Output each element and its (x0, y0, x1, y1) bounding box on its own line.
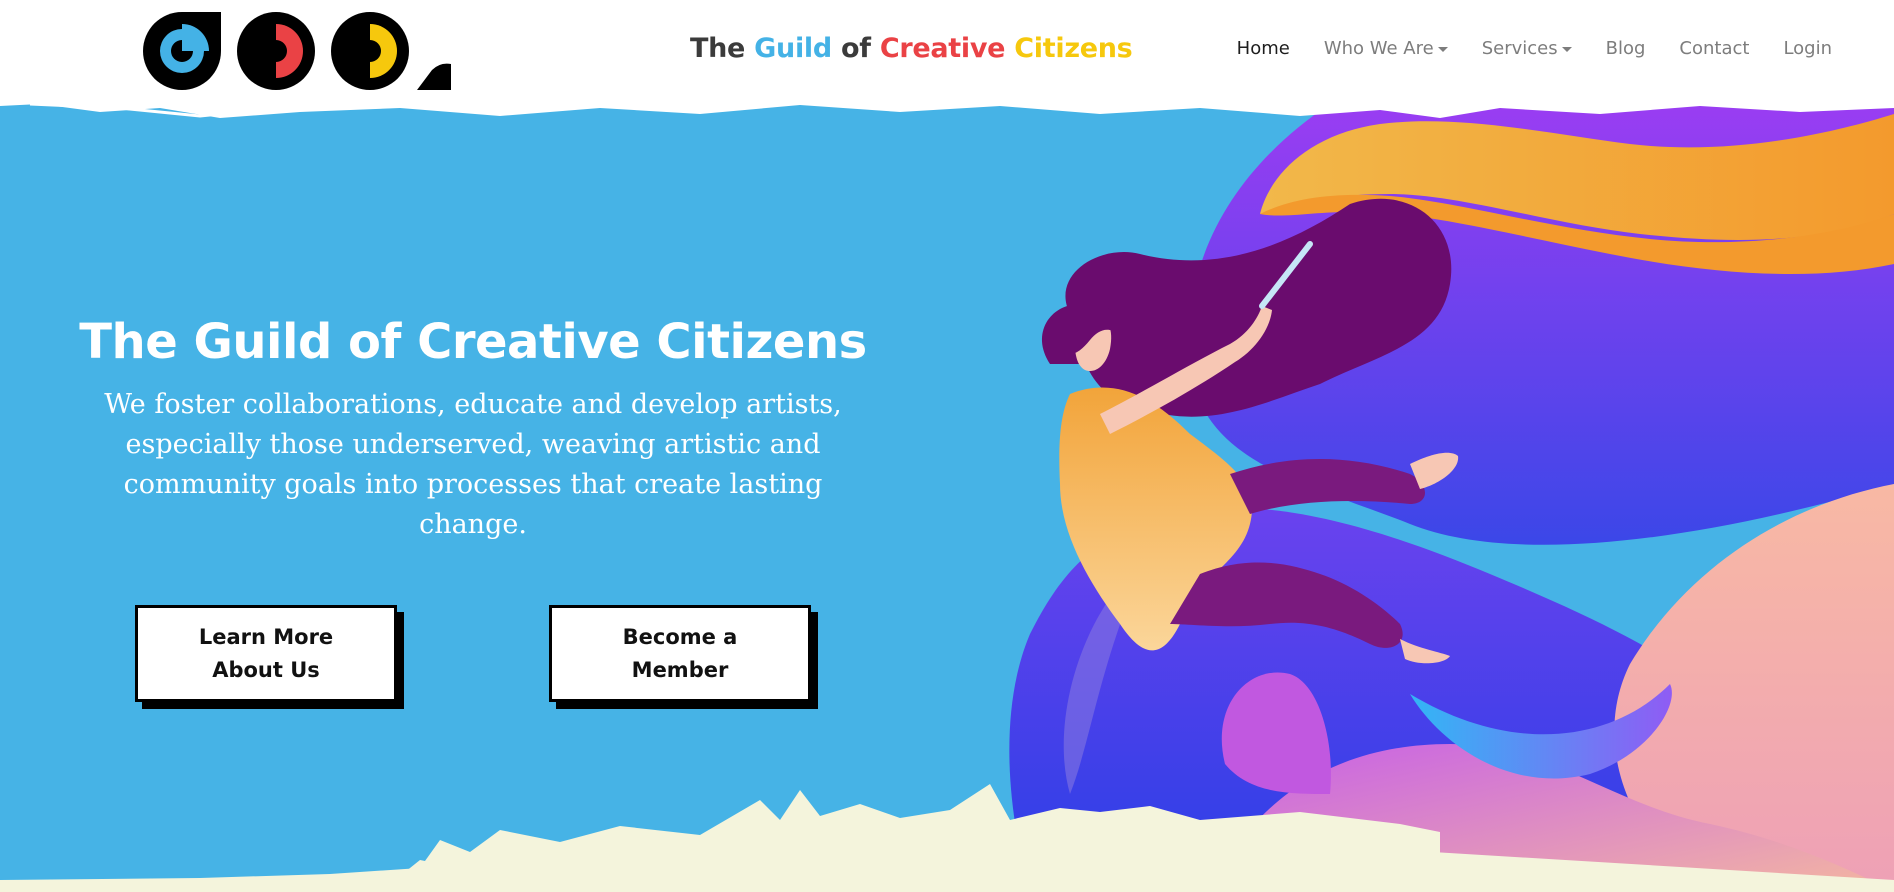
nav-home-label: Home (1236, 38, 1290, 59)
nav-who-we-are[interactable]: Who We Are (1324, 38, 1448, 59)
hero-title: The Guild of Creative Citizens (79, 314, 867, 370)
nav-login-label: Login (1783, 38, 1832, 59)
woman-painting-illustration (1009, 104, 1894, 892)
nav-blog[interactable]: Blog (1606, 38, 1646, 59)
nav-home[interactable]: Home (1237, 38, 1290, 59)
gcc-logo-icon[interactable] (140, 8, 460, 98)
main-nav: Home Who We Are Services Blog Contact Lo… (1203, 38, 1832, 59)
learn-more-button[interactable]: Learn More About Us (135, 605, 397, 702)
caret-down-icon (1561, 46, 1572, 52)
nav-contact[interactable]: Contact (1679, 38, 1749, 59)
nav-services-label: Services (1481, 38, 1558, 59)
site-title[interactable]: The Guild of Creative Citizens (690, 33, 1133, 64)
nav-blog-label: Blog (1605, 38, 1646, 59)
site-header: The Guild of Creative Citizens Home Who … (0, 0, 1894, 104)
site-title-the: The (690, 33, 746, 64)
site-title-citizens: Citizens (1014, 33, 1133, 64)
nav-login[interactable]: Login (1783, 38, 1832, 59)
site-title-creative: Creative (879, 33, 1006, 64)
site-title-guild: Guild (754, 33, 832, 64)
nav-services[interactable]: Services (1482, 38, 1572, 59)
hero-subtitle: We foster collaborations, educate and de… (104, 389, 842, 540)
site-title-of: of (841, 33, 871, 64)
nav-contact-label: Contact (1679, 38, 1750, 59)
nav-who-we-are-label: Who We Are (1323, 38, 1434, 59)
become-member-button[interactable]: Become a Member (549, 605, 811, 702)
brush-edge-bottom (0, 784, 1894, 892)
caret-down-icon (1437, 46, 1448, 52)
